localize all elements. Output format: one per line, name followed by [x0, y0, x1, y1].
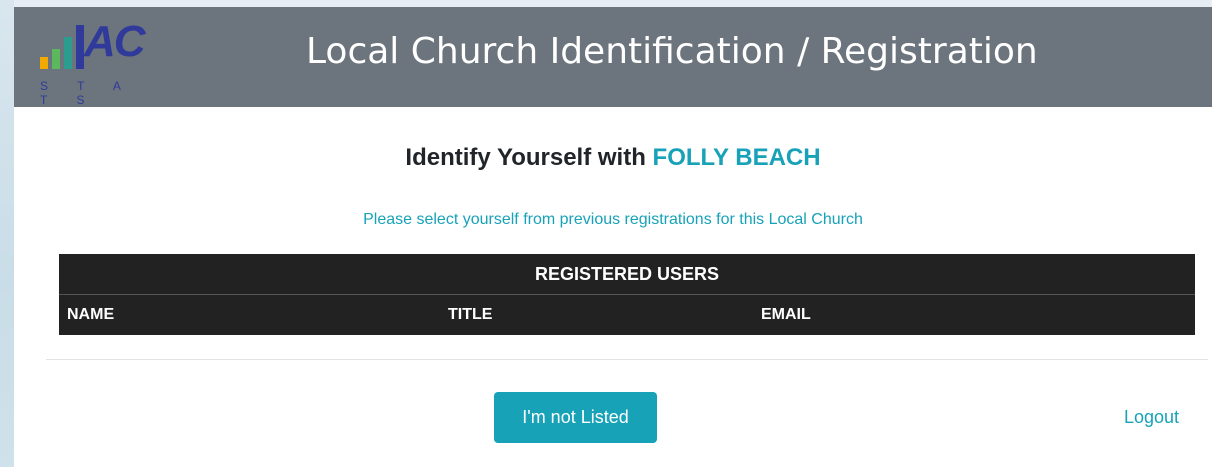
- column-header-name: NAME: [67, 306, 115, 323]
- ac-stats-logo: AC S T A T S: [38, 17, 166, 107]
- instruction-text: Please select yourself from previous reg…: [363, 211, 863, 228]
- section-divider: [46, 359, 1208, 360]
- registered-users-table: REGISTERED USERS NAME TITLE EMAIL: [59, 254, 1195, 335]
- main-panel: AC S T A T S Local Church Identification…: [14, 7, 1212, 467]
- window-left-edge: [0, 0, 14, 467]
- column-header-email: EMAIL: [761, 306, 811, 323]
- app-header: AC S T A T S Local Church Identification…: [14, 7, 1212, 107]
- identify-heading: Identify Yourself with FOLLY BEACH: [14, 144, 1212, 172]
- logo-bar-icon: [76, 25, 84, 69]
- column-header-title: TITLE: [448, 306, 493, 323]
- table-header-row: NAME TITLE EMAIL: [59, 295, 1195, 335]
- logo-subtext: S T A T S: [40, 79, 134, 107]
- table-caption: REGISTERED USERS: [59, 254, 1195, 295]
- logo-bar-icon: [64, 37, 72, 69]
- logo-letters: AC: [84, 17, 146, 66]
- logo-bar-icon: [40, 57, 48, 69]
- church-name: FOLLY BEACH: [652, 144, 821, 171]
- identify-prefix: Identify Yourself with: [405, 144, 646, 171]
- page-title: Local Church Identification / Registrati…: [306, 31, 1038, 72]
- not-listed-button[interactable]: I'm not Listed: [494, 392, 657, 443]
- logo-bar-icon: [52, 49, 60, 69]
- logout-link[interactable]: Logout: [1124, 407, 1179, 428]
